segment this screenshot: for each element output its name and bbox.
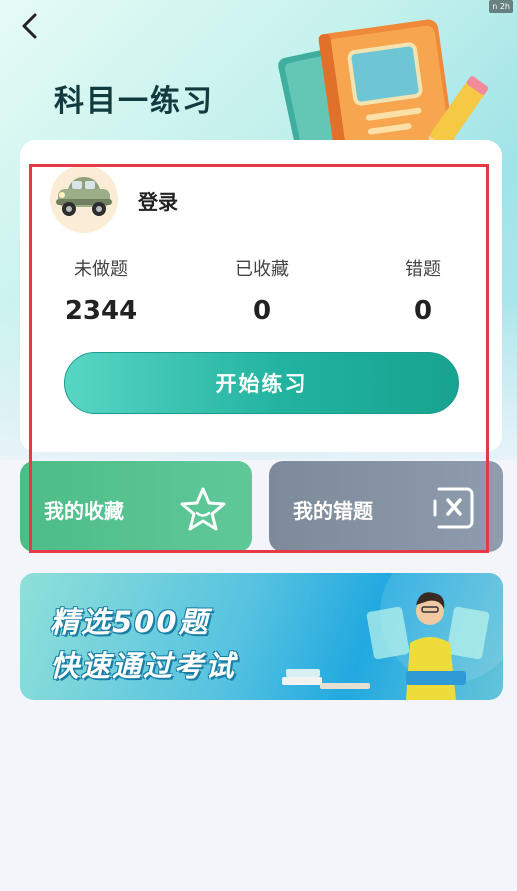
login-link[interactable]: 登录: [138, 186, 178, 215]
stat-wrong[interactable]: 错题 0: [363, 256, 483, 326]
back-button[interactable]: [14, 10, 46, 42]
star-icon: [180, 487, 226, 531]
stat-value: 0: [252, 296, 272, 326]
banner-line-1: 精选500题: [50, 605, 210, 639]
stat-favorited[interactable]: 已收藏 0: [202, 256, 322, 326]
stat-value: 2344: [64, 296, 138, 326]
close-box-icon: [433, 487, 474, 529]
my-favorites-tile[interactable]: 我的收藏: [20, 461, 252, 552]
my-wrong-questions-tile[interactable]: 我的错题: [269, 461, 503, 552]
stat-label: 已收藏: [235, 259, 289, 280]
promo-banner[interactable]: 精选500题 快速通过考试: [20, 573, 503, 700]
stat-label: 未做题: [74, 259, 128, 280]
tile-label: 我的错题: [293, 499, 373, 523]
stat-unanswered[interactable]: 未做题 2344: [41, 256, 161, 326]
banner-line-2: 快速通过考试: [50, 649, 237, 683]
tile-label: 我的收藏: [44, 499, 124, 523]
start-practice-button[interactable]: 开始练习: [64, 352, 459, 414]
status-chip: n 2h: [489, 0, 513, 13]
stat-label: 错题: [405, 259, 441, 280]
chevron-left-icon: [22, 13, 37, 39]
vintage-car-icon[interactable]: [50, 165, 118, 233]
stat-value: 0: [413, 296, 433, 326]
page-title: 科目一练习: [54, 84, 214, 119]
